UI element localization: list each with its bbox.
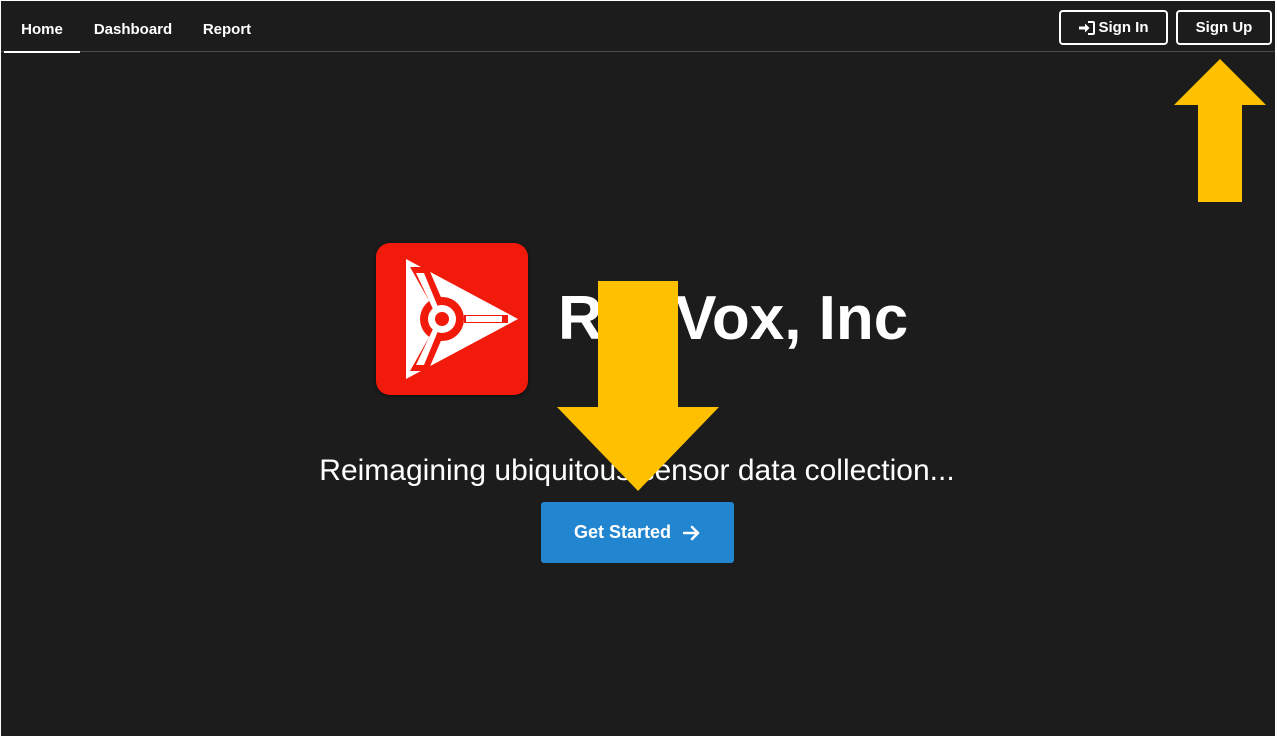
sign-in-icon [1078, 20, 1095, 35]
annotation-arrow-up-icon [1174, 59, 1266, 202]
top-nav: Home Dashboard Report Sign In Sign Up [1, 1, 1275, 53]
arrow-right-icon [683, 525, 700, 540]
get-started-button[interactable]: Get Started [541, 502, 734, 563]
tab-home[interactable]: Home [4, 1, 80, 53]
logo-mark-icon [406, 259, 518, 379]
tab-report[interactable]: Report [199, 1, 255, 51]
sign-up-button[interactable]: Sign Up [1176, 10, 1272, 45]
tab-dashboard[interactable]: Dashboard [93, 1, 173, 51]
redvox-logo [376, 243, 528, 395]
app-frame: Home Dashboard Report Sign In Sign Up Re… [1, 1, 1275, 736]
sign-in-button[interactable]: Sign In [1059, 10, 1168, 45]
get-started-label: Get Started [573, 522, 672, 542]
sign-up-label: Sign Up [1195, 19, 1253, 36]
sign-in-label: Sign In [1098, 19, 1149, 36]
annotation-arrow-down-icon [557, 281, 719, 491]
